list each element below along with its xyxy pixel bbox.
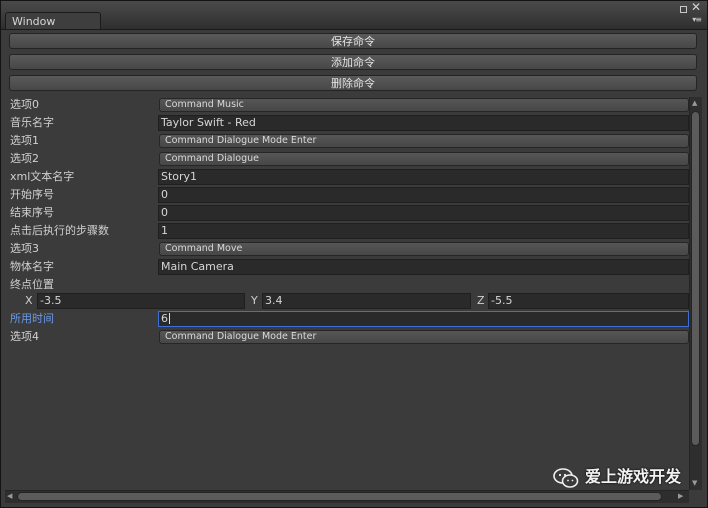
window-titlebar: Window ✕ ▾≡ <box>1 1 707 30</box>
end-position-label: 终点位置 <box>10 278 54 291</box>
watermark: 爱上游戏开发 <box>553 466 693 490</box>
option2-label: 选项2 <box>10 152 39 165</box>
scroll-left-icon[interactable]: ◀ <box>7 492 12 500</box>
scroll-right-icon[interactable]: ▶ <box>678 492 683 500</box>
text-caret <box>169 313 170 324</box>
vertical-scroll-thumb[interactable] <box>691 111 700 446</box>
end-position-z-field[interactable]: -5.5 <box>488 293 689 309</box>
steps-after-click-field[interactable]: 1 <box>158 223 689 239</box>
end-position-x-label: X <box>25 294 33 307</box>
menu-icon[interactable]: ▾≡ <box>692 15 702 25</box>
delete-command-button[interactable]: 删除命令 <box>9 75 697 91</box>
music-name-label: 音乐名字 <box>10 116 54 129</box>
watermark-text: 爱上游戏开发 <box>585 467 682 486</box>
add-command-button[interactable]: 添加命令 <box>9 54 697 70</box>
editor-window: Window ✕ ▾≡ 保存命令 添加命令 删除命令 选项0 Command M… <box>0 0 708 508</box>
maximize-icon[interactable] <box>680 6 687 13</box>
option0-label: 选项0 <box>10 98 39 111</box>
end-position-x-field[interactable]: -3.5 <box>37 293 245 309</box>
music-name-field[interactable]: Taylor Swift - Red <box>158 115 689 131</box>
end-position-y-label: Y <box>251 294 258 307</box>
option1-label: 选项1 <box>10 134 39 147</box>
steps-after-click-label: 点击后执行的步骤数 <box>10 224 109 237</box>
end-index-label: 结束序号 <box>10 206 54 219</box>
window-tab[interactable]: Window <box>5 12 101 29</box>
window-controls: ✕ ▾≡ <box>677 1 702 26</box>
wechat-icon <box>553 468 579 488</box>
vertical-scrollbar[interactable]: ▲ ▼ <box>689 97 702 490</box>
scroll-up-icon[interactable]: ▲ <box>692 99 697 107</box>
time-used-field[interactable]: 6 <box>158 311 689 327</box>
option4-dropdown[interactable]: Command Dialogue Mode Enter <box>159 330 689 344</box>
start-index-field[interactable]: 0 <box>158 187 689 203</box>
end-position-z-label: Z <box>477 294 485 307</box>
end-position-y-field[interactable]: 3.4 <box>262 293 471 309</box>
time-used-label: 所用时间 <box>10 312 54 325</box>
end-index-field[interactable]: 0 <box>158 205 689 221</box>
option3-label: 选项3 <box>10 242 39 255</box>
horizontal-scroll-thumb[interactable] <box>17 492 662 501</box>
xml-name-label: xml文本名字 <box>10 170 75 183</box>
option2-dropdown[interactable]: Command Dialogue <box>159 152 689 166</box>
option4-label: 选项4 <box>10 330 39 343</box>
save-command-button[interactable]: 保存命令 <box>9 33 697 49</box>
option3-dropdown[interactable]: Command Move <box>159 242 689 256</box>
time-used-value: 6 <box>161 312 168 325</box>
object-name-field[interactable]: Main Camera <box>158 259 689 275</box>
start-index-label: 开始序号 <box>10 188 54 201</box>
object-name-label: 物体名字 <box>10 260 54 273</box>
close-icon[interactable]: ✕ <box>691 1 701 13</box>
option1-dropdown[interactable]: Command Dialogue Mode Enter <box>159 134 689 148</box>
horizontal-scrollbar[interactable]: ◀ ▶ <box>5 490 689 503</box>
xml-name-field[interactable]: Story1 <box>158 169 689 185</box>
option0-dropdown[interactable]: Command Music <box>159 98 689 112</box>
